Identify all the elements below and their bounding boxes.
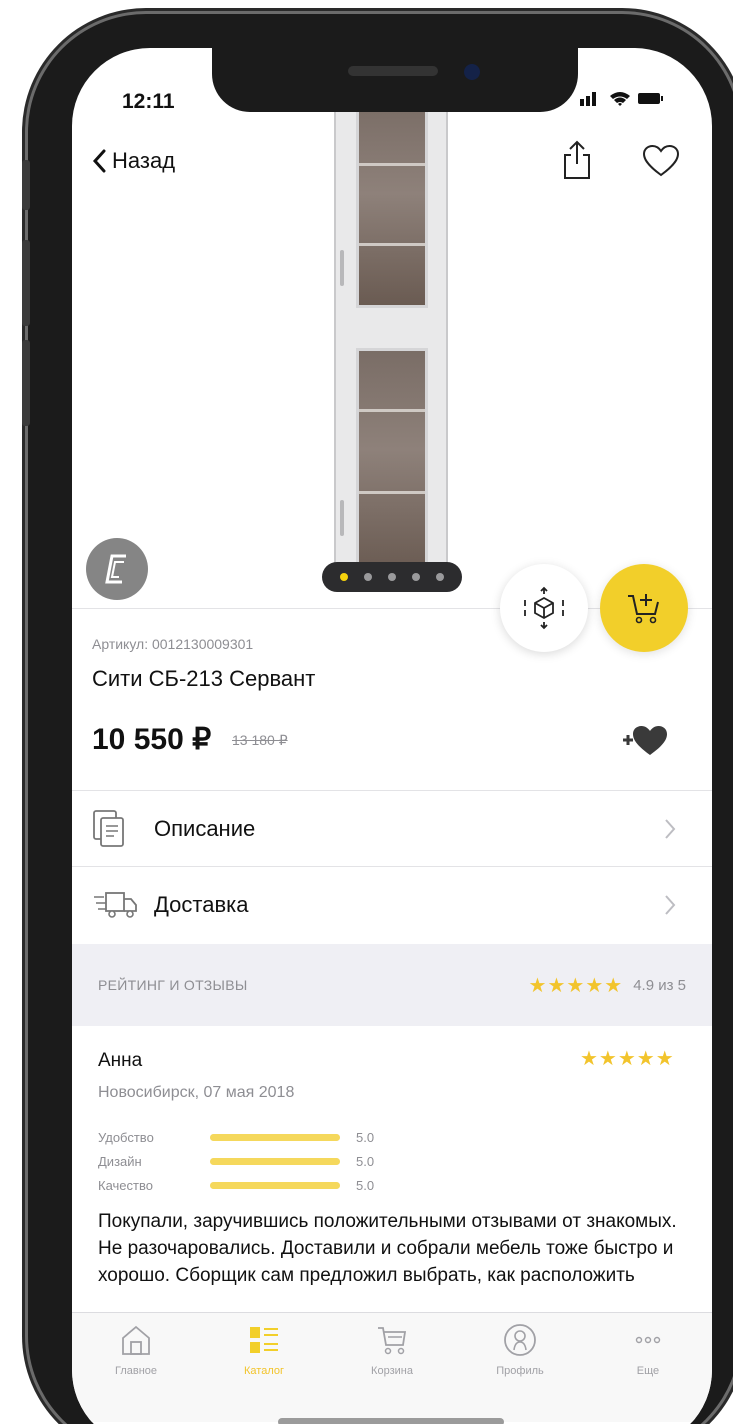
delivery-truck-icon	[92, 889, 144, 921]
review-meta: Новосибирск, 07 мая 2018	[98, 1084, 295, 1101]
tab-home[interactable]: Главное	[72, 1313, 200, 1422]
status-time: 12:11	[122, 90, 175, 113]
ar-view-button[interactable]	[500, 564, 588, 652]
tab-label: Еще	[636, 1365, 660, 1377]
criterion-value: 5.0	[356, 1153, 375, 1169]
page-dot[interactable]	[436, 573, 444, 581]
tab-label: Каталог	[244, 1365, 284, 1377]
profile-icon	[504, 1324, 536, 1356]
home-indicator	[278, 1418, 504, 1424]
criterion-value: 5.0	[356, 1129, 375, 1145]
tab-cart[interactable]: Корзина	[328, 1313, 456, 1422]
tab-label: Корзина	[371, 1365, 413, 1377]
volume-up-button	[22, 240, 30, 326]
volume-down-button	[22, 340, 30, 426]
cabinet-lower-door	[356, 348, 428, 574]
page-dot[interactable]	[388, 573, 396, 581]
page-dot[interactable]	[412, 573, 420, 581]
review-criterion: Качество 5.0	[98, 1174, 418, 1196]
review-criterion: Удобство 5.0	[98, 1126, 418, 1148]
chevron-right-icon	[665, 894, 676, 915]
review-criterion: Дизайн 5.0	[98, 1150, 418, 1172]
home-icon	[122, 1325, 150, 1355]
tab-bar: Главное Каталог Корзина Профиль Еще	[72, 1312, 712, 1422]
menu-label-delivery: Доставка	[154, 891, 249, 917]
review-author: Анна	[98, 1050, 143, 1071]
criterion-value: 5.0	[356, 1177, 375, 1193]
chevron-left-icon	[92, 149, 106, 173]
product-old-price: 13 180 ₽	[232, 732, 288, 748]
favorite-heart-icon[interactable]	[642, 144, 680, 183]
phone-screen: 12:11 Назад Артикул: 0012130009301 Сити …	[72, 48, 712, 1424]
cart-icon	[378, 1327, 407, 1355]
product-price: 10 550 ₽	[92, 723, 212, 756]
product-title: Сити СБ-213 Сервант	[92, 666, 316, 691]
review-text: Покупали, заручившись положительными отз…	[98, 1211, 677, 1286]
page-dot[interactable]	[364, 573, 372, 581]
share-icon[interactable]	[562, 140, 592, 185]
back-label: Назад	[112, 148, 176, 173]
document-icon	[92, 809, 144, 849]
criterion-name: Качество	[98, 1177, 153, 1193]
criterion-name: Дизайн	[98, 1153, 142, 1169]
chevron-right-icon	[665, 818, 676, 839]
more-icon	[635, 1336, 661, 1344]
cabinet-upper-door	[356, 100, 428, 308]
add-to-cart-icon	[628, 594, 659, 624]
tab-catalog[interactable]: Каталог	[200, 1313, 328, 1422]
product-sku: Артикул: 0012130009301	[92, 636, 254, 652]
status-icons	[580, 86, 666, 113]
criterion-bar	[210, 1133, 340, 1141]
add-to-wishlist-icon[interactable]	[620, 722, 672, 763]
menu-label-description: Описание	[154, 815, 256, 841]
criterion-bar	[210, 1181, 340, 1189]
page-dot[interactable]	[340, 573, 348, 581]
tab-more[interactable]: Еще	[584, 1313, 712, 1422]
rating-score: 4.9 из 5	[633, 976, 686, 994]
product-image[interactable]	[334, 100, 448, 590]
menu-row-delivery[interactable]: Доставка	[72, 866, 712, 942]
brand-logo	[86, 538, 148, 600]
criterion-bar	[210, 1157, 340, 1165]
gallery-pagination[interactable]	[322, 562, 462, 592]
tab-label: Профиль	[496, 1365, 544, 1377]
rating-stars: ★★★★★	[528, 974, 624, 997]
rating-header[interactable]: РЕЙТИНГ И ОТЗЫВЫ ★★★★★ 4.9 из 5	[72, 944, 712, 1026]
notch	[212, 48, 578, 112]
review-stars: ★★★★★	[580, 1048, 675, 1070]
criterion-name: Удобство	[98, 1129, 154, 1145]
mute-switch	[22, 160, 30, 210]
back-button[interactable]: Назад	[92, 148, 175, 174]
ar-cube-icon	[524, 586, 564, 630]
menu-row-description[interactable]: Описание	[72, 790, 712, 866]
rating-label: РЕЙТИНГ И ОТЗЫВЫ	[98, 977, 248, 993]
add-to-cart-button[interactable]	[600, 564, 688, 652]
tab-profile[interactable]: Профиль	[456, 1313, 584, 1422]
catalog-icon	[250, 1327, 278, 1353]
tab-label: Главное	[114, 1365, 158, 1377]
